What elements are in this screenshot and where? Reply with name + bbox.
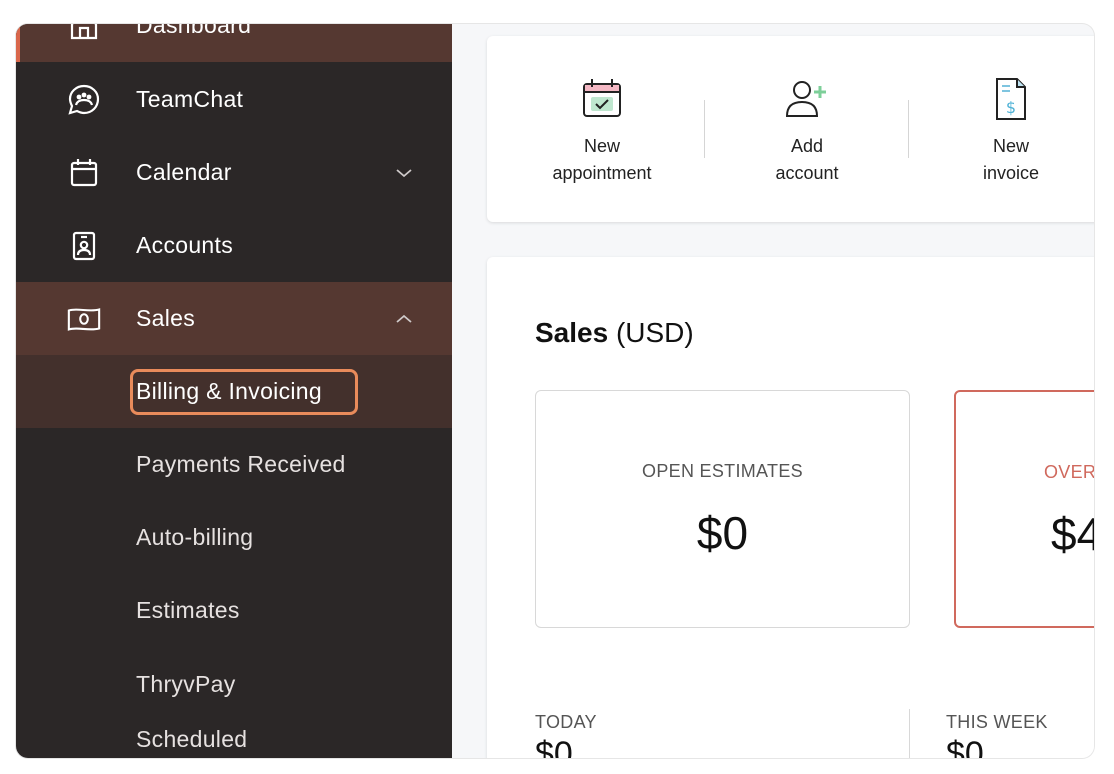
quick-action-label: appointment bbox=[552, 163, 652, 183]
quick-actions-card: New appointment Add account $ New invoic… bbox=[487, 36, 1094, 222]
home-icon bbox=[66, 24, 102, 44]
sidebar-item-label: TeamChat bbox=[136, 86, 244, 112]
add-user-icon bbox=[784, 76, 830, 122]
divider bbox=[909, 709, 910, 758]
app-window: Dashboard TeamChat Calendar Accounts Sal… bbox=[16, 24, 1094, 758]
money-icon bbox=[66, 301, 102, 337]
divider bbox=[704, 100, 705, 158]
overdue-label: OVER bbox=[1044, 462, 1094, 482]
today-label: TODAY bbox=[535, 712, 597, 732]
today-value: $0 bbox=[535, 735, 573, 758]
sidebar-subitem-label: Scheduled bbox=[136, 726, 248, 752]
highlight-outline bbox=[130, 369, 358, 415]
sidebar-subitem-label: ThryvPay bbox=[136, 671, 236, 697]
sidebar-item-label: Calendar bbox=[136, 159, 232, 185]
sidebar-subitem-label: Estimates bbox=[136, 597, 240, 623]
new-invoice-button[interactable]: $ New invoice bbox=[921, 66, 1094, 196]
overdue-value: $4 bbox=[1051, 508, 1094, 560]
active-indicator bbox=[16, 24, 20, 62]
chevron-down-icon[interactable] bbox=[394, 163, 414, 183]
calendar-icon bbox=[66, 155, 102, 191]
quick-action-label: account bbox=[775, 163, 839, 183]
open-estimates-label: OPEN ESTIMATES bbox=[642, 461, 803, 481]
calendar-check-icon bbox=[579, 76, 625, 122]
sidebar-item-teamchat[interactable]: TeamChat bbox=[16, 63, 452, 136]
this-week-value: $0 bbox=[946, 735, 984, 758]
quick-action-label: New bbox=[992, 136, 1029, 156]
sales-card: Sales (USD) OPEN ESTIMATES $0 OVER $4 TO… bbox=[487, 257, 1094, 758]
sidebar-item-accounts[interactable]: Accounts bbox=[16, 209, 452, 282]
sidebar-subitem-payments-received[interactable]: Payments Received bbox=[16, 428, 452, 501]
sidebar-subitem-label: Payments Received bbox=[136, 451, 346, 477]
sidebar-item-sales[interactable]: Sales bbox=[16, 282, 452, 355]
quick-action-label: Add bbox=[790, 136, 824, 156]
sales-title: Sales (USD) bbox=[535, 317, 694, 348]
contact-card-icon bbox=[66, 228, 102, 264]
svg-text:$: $ bbox=[1006, 98, 1016, 117]
sidebar-item-label: Accounts bbox=[136, 232, 234, 258]
sidebar-item-label: Dashboard bbox=[136, 24, 252, 38]
overdue-box[interactable]: OVER $4 bbox=[954, 390, 1094, 628]
chat-icon bbox=[66, 82, 102, 118]
sidebar-subitem-auto-billing[interactable]: Auto-billing bbox=[16, 501, 452, 574]
open-estimates-box[interactable]: OPEN ESTIMATES $0 bbox=[535, 390, 910, 628]
chevron-up-icon[interactable] bbox=[394, 309, 414, 329]
quick-action-label: New bbox=[583, 136, 620, 156]
sidebar-subitem-estimates[interactable]: Estimates bbox=[16, 574, 452, 647]
divider bbox=[908, 100, 909, 158]
new-appointment-button[interactable]: New appointment bbox=[512, 66, 692, 196]
quick-action-label: invoice bbox=[982, 163, 1040, 183]
sidebar-item-label: Sales bbox=[136, 305, 196, 331]
sidebar-subitem-scheduled[interactable]: Scheduled bbox=[16, 703, 452, 758]
invoice-icon: $ bbox=[988, 76, 1034, 122]
open-estimates-value: $0 bbox=[696, 507, 749, 559]
sidebar-item-calendar[interactable]: Calendar bbox=[16, 136, 452, 209]
sidebar-item-dashboard[interactable]: Dashboard bbox=[16, 24, 452, 62]
add-account-button[interactable]: Add account bbox=[717, 66, 897, 196]
sidebar-subitem-label: Auto-billing bbox=[136, 524, 254, 550]
sidebar: Dashboard TeamChat Calendar Accounts Sal… bbox=[16, 24, 452, 758]
this-week-label: THIS WEEK bbox=[946, 712, 1048, 732]
